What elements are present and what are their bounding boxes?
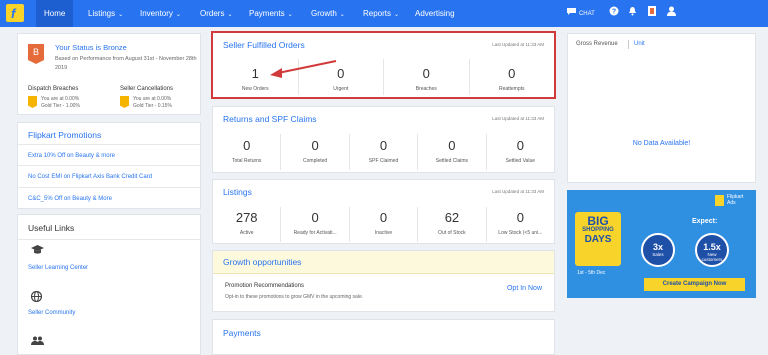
bronze-badge-icon: B (28, 44, 44, 64)
svg-text:?: ? (612, 9, 616, 16)
chevron-down-icon: ⌄ (339, 12, 345, 18)
returns-title: Returns and SPF Claims (223, 114, 317, 124)
promotion-recommendations-desc: Opt-in to these promotions to grow GMV i… (225, 294, 364, 300)
growth-title: Growth opportunities (223, 257, 302, 267)
status-card: B Your Status is Bronze Based on Perform… (17, 33, 201, 115)
nav-reports[interactable]: Reports ⌄ (355, 0, 407, 27)
flipkart-ads-logo-icon (715, 195, 724, 206)
ad-date: 1st - 5th Dec (577, 270, 606, 276)
nav-home[interactable]: Home (36, 0, 74, 27)
top-nav: f Home Listings ⌄ Inventory ⌄ Orders ⌄ Paym… (0, 0, 768, 27)
stat-out-of-stock[interactable]: 62 Out of Stock (418, 207, 487, 242)
flipkart-logo[interactable]: f (6, 4, 24, 22)
ad-expect: Expect: (692, 218, 718, 225)
status-title[interactable]: Your Status is Bronze (55, 43, 127, 52)
chevron-down-icon: ⌄ (287, 12, 293, 18)
dispatch-breaches-title: Dispatch Breaches (28, 86, 79, 92)
create-campaign-button[interactable]: Create Campaign Now (644, 278, 745, 291)
stat-low-stock[interactable]: 0 Low Stock (<5 uni... (487, 207, 554, 242)
gold-tier-icon (28, 96, 37, 108)
payments-card: Payments (212, 319, 555, 355)
promotion-recommendations-title: Promotion Recommendations (225, 283, 305, 289)
chevron-down-icon: ⌄ (175, 12, 181, 18)
chevron-down-icon: ⌄ (227, 12, 233, 18)
nav-payments[interactable]: Payments ⌄ (241, 0, 301, 27)
graduation-cap-icon (31, 245, 44, 258)
seller-cancellations-title: Seller Cancellations (120, 86, 174, 92)
ad-brand: Flipkart Ads (727, 194, 744, 206)
stat-settled-value[interactable]: 0 Settled Value (487, 134, 554, 170)
user-icon[interactable] (667, 0, 676, 27)
globe-icon (30, 290, 43, 305)
growth-opportunities-card: Growth opportunities Promotion Recommend… (212, 250, 555, 312)
chevron-down-icon: ⌄ (394, 12, 400, 18)
gold-tier-icon (120, 96, 129, 108)
promotion-link[interactable]: No Cost EMI on Flipkart Axis Bank Credit… (28, 174, 152, 180)
stat-spf-claimed[interactable]: 0 SPF Claimed (350, 134, 419, 170)
big-shopping-days-ad[interactable]: BIG SHOPPING DAYS 1st - 5th Dec Flipkart… (567, 190, 756, 298)
stat-active[interactable]: 278 Active (213, 207, 282, 242)
status-period: Based on Performance from August 31st - … (55, 56, 197, 71)
tab-unit[interactable]: Unit (634, 41, 645, 47)
last-updated: Last Updated at 11:33 AM (492, 116, 544, 121)
chevron-down-icon: ⌄ (118, 12, 124, 18)
seller-community-link[interactable]: Seller Community (28, 310, 75, 316)
promotion-link[interactable]: C&C_5% Off on Beauty & More (28, 196, 112, 202)
useful-links-title: Useful Links (28, 223, 75, 233)
returns-spf-card: Returns and SPF Claims Last Updated at 1… (212, 106, 555, 173)
promotions-title: Flipkart Promotions (28, 130, 102, 140)
stat-inactive[interactable]: 0 Inactive (350, 207, 419, 242)
payments-title: Payments (223, 328, 261, 338)
nav-inventory[interactable]: Inventory ⌄ (132, 0, 189, 27)
help-icon[interactable]: ? (609, 0, 619, 27)
opt-in-now-link[interactable]: Opt In Now (507, 285, 542, 292)
bell-icon[interactable] (628, 0, 637, 27)
nav-listings[interactable]: Listings ⌄ (80, 0, 131, 27)
useful-links-card: Useful Links Seller Learning Center Sell… (17, 214, 201, 355)
seller-learning-center-link[interactable]: Seller Learning Center (28, 265, 88, 271)
chat-button[interactable]: CHAT (566, 0, 595, 27)
listings-title: Listings (223, 187, 252, 197)
chat-icon (567, 8, 576, 15)
red-arrow-annotation (270, 60, 337, 78)
new-customers-circle: 1.5x New customers (695, 233, 729, 267)
highlight-box (211, 31, 556, 99)
flag-icon[interactable] (648, 0, 656, 27)
nav-orders[interactable]: Orders ⌄ (192, 0, 240, 27)
stat-settled-claims[interactable]: 0 Settled Claims (418, 134, 487, 170)
people-icon (31, 336, 44, 348)
tab-gross-revenue[interactable]: Gross Revenue (576, 41, 618, 47)
last-updated: Last Updated at 11:33 AM (492, 189, 544, 194)
stat-total-returns[interactable]: 0 Total Returns (213, 134, 282, 170)
no-data-message: No Data Available! (632, 140, 691, 147)
stat-ready-for-activation[interactable]: 0 Ready for Activati... (281, 207, 350, 242)
stat-completed[interactable]: 0 Completed (281, 134, 350, 170)
promotion-link[interactable]: Extra 10% Off on Beauty & more (28, 153, 115, 159)
nav-advertising[interactable]: Advertising (407, 0, 463, 27)
gross-revenue-card: Gross Revenue Unit No Data Available! (567, 33, 756, 183)
dispatch-breaches-info: You are at 0.00% Gold Tier - 1.00% (41, 96, 80, 109)
promotions-card: Flipkart Promotions Extra 10% Off on Bea… (17, 122, 201, 209)
sales-circle: 3x Sales (641, 233, 675, 267)
nav-growth[interactable]: Growth ⌄ (303, 0, 353, 27)
seller-cancellations-info: You are at 0.00% Gold Tier - 0.15% (133, 96, 172, 109)
listings-card: Listings Last Updated at 11:33 AM 278 Act… (212, 179, 555, 244)
